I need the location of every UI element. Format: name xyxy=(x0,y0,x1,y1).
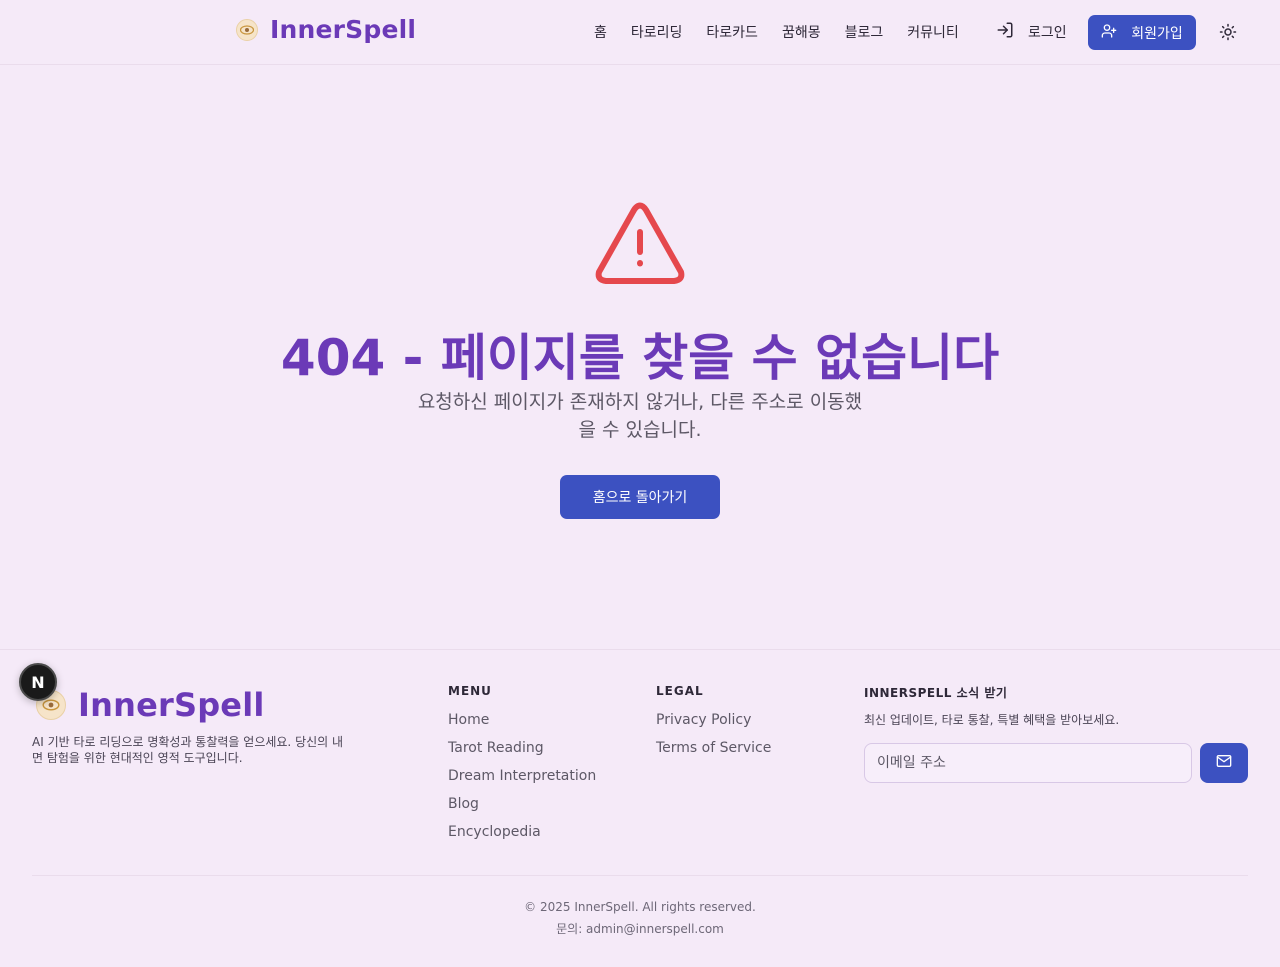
page-title: 404 - 페이지를 찾을 수 없습니다 xyxy=(280,329,1000,387)
newsletter-description: 최신 업데이트, 타로 통찰, 특별 혜택을 받아보세요. xyxy=(864,713,1120,727)
footer-link-terms[interactable]: Terms of Service xyxy=(656,739,771,757)
footer-link-privacy[interactable]: Privacy Policy xyxy=(656,711,771,729)
footer-link-tarot-reading[interactable]: Tarot Reading xyxy=(448,739,596,757)
signup-label: 회원가입 xyxy=(1131,25,1183,42)
menu-links: Home Tarot Reading Dream Interpretation … xyxy=(448,711,596,841)
theme-toggle-button[interactable] xyxy=(1219,23,1237,45)
nextjs-dev-badge[interactable]: N xyxy=(19,663,57,701)
nav-item-community[interactable]: 커뮤니티 xyxy=(907,22,959,42)
footer-brand-logo[interactable]: InnerSpell xyxy=(36,686,265,724)
eye-logo-icon xyxy=(236,18,258,41)
footer-link-encyclopedia[interactable]: Encyclopedia xyxy=(448,823,596,841)
newsletter-submit-button[interactable] xyxy=(1200,743,1248,783)
newsletter-heading: INNERSPELL 소식 받기 xyxy=(864,686,1008,700)
error-description: 요청하신 페이지가 존재하지 않거나, 다른 주소로 이동했을 수 있습니다. xyxy=(417,391,863,441)
copyright-text: © 2025 InnerSpell. All rights reserved. xyxy=(524,900,756,914)
login-label: 로그인 xyxy=(1028,25,1067,41)
signup-button[interactable]: 회원가입 xyxy=(1088,15,1196,50)
mail-icon xyxy=(1216,753,1232,773)
newsletter-email-input[interactable] xyxy=(864,743,1192,783)
log-in-icon xyxy=(996,21,1014,43)
footer-description: AI 기반 타로 리딩으로 명확성과 통찰력을 얻으세요. 당신의 내면 탐험을… xyxy=(32,735,344,765)
sun-icon xyxy=(1219,23,1237,45)
contact-email: 문의: admin@innerspell.com xyxy=(556,922,724,936)
menu-heading: MENU xyxy=(448,684,492,698)
login-button[interactable]: 로그인 xyxy=(996,21,1067,43)
nav-item-blog[interactable]: 블로그 xyxy=(845,22,884,42)
back-home-button[interactable]: 홈으로 돌아가기 xyxy=(560,475,720,519)
site-footer: InnerSpell AI 기반 타로 리딩으로 명확성과 통찰력을 얻으세요.… xyxy=(0,649,1280,967)
footer-link-dream[interactable]: Dream Interpretation xyxy=(448,767,596,785)
alert-triangle-icon xyxy=(594,202,686,290)
legal-heading: LEGAL xyxy=(656,684,704,698)
brand-logo[interactable]: InnerSpell xyxy=(236,15,416,44)
nav-item-home[interactable]: 홈 xyxy=(594,22,607,42)
nav-item-dream[interactable]: 꿈해몽 xyxy=(782,22,821,42)
legal-links: Privacy Policy Terms of Service xyxy=(656,711,771,757)
user-plus-icon xyxy=(1101,23,1117,43)
footer-link-blog[interactable]: Blog xyxy=(448,795,596,813)
footer-brand-name: InnerSpell xyxy=(78,686,265,724)
brand-name: InnerSpell xyxy=(270,15,417,44)
footer-link-home[interactable]: Home xyxy=(448,711,596,729)
site-header: InnerSpell 홈 타로리딩 타로카드 꿈해몽 블로그 커뮤니티 로그인 … xyxy=(0,0,1280,65)
main-nav: 홈 타로리딩 타로카드 꿈해몽 블로그 커뮤니티 xyxy=(594,22,959,42)
nav-item-tarot-cards[interactable]: 타로카드 xyxy=(706,22,758,42)
footer-divider xyxy=(32,875,1248,876)
nav-item-tarot-reading[interactable]: 타로리딩 xyxy=(631,22,683,42)
